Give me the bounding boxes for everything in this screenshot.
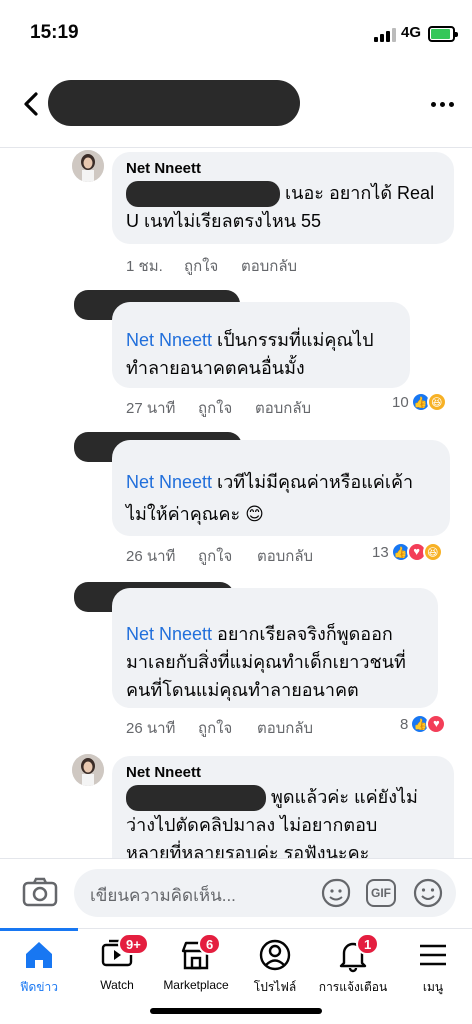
tab-label: เมนู bbox=[422, 980, 444, 994]
reaction-summary[interactable]: 10 👍 😆 bbox=[392, 392, 447, 412]
comment-bubble[interactable]: Net Nneett เนอะ อยากได้ Real U เนทไม่เรี… bbox=[112, 152, 454, 244]
comment-text-line2: ไม่ให้ค่าคุณคะ 😊 bbox=[126, 504, 264, 524]
battery-icon bbox=[428, 26, 458, 42]
tab-profile[interactable]: โปรไฟล์ bbox=[236, 929, 314, 1009]
tab-label: Marketplace bbox=[163, 978, 229, 992]
reply-link[interactable]: ตอบกลับ bbox=[241, 254, 297, 278]
mention-link[interactable]: Net Nneett bbox=[126, 330, 212, 350]
tab-news-feed[interactable]: ฟีดข่าว bbox=[0, 928, 78, 1009]
mention-link[interactable]: Net Nneett bbox=[126, 472, 212, 492]
like-link[interactable]: ถูกใจ bbox=[198, 396, 255, 420]
avatar[interactable] bbox=[72, 754, 104, 786]
home-indicator bbox=[150, 1008, 322, 1014]
comment-author[interactable]: Net Nneett bbox=[126, 764, 440, 781]
network-type: 4G bbox=[401, 24, 422, 41]
sticker-button[interactable] bbox=[320, 877, 352, 909]
status-bar: 15:19 4G bbox=[0, 0, 472, 62]
comment-text: อยากเรียลจริงก็พูดออก bbox=[212, 624, 393, 644]
profile-icon bbox=[259, 939, 291, 971]
comment-bubble[interactable]: Net Nneett อยากเรียลจริงก็พูดออก มาเลยกั… bbox=[112, 588, 438, 708]
comment-meta: 27 นาที ถูกใจ ตอบกลับ bbox=[126, 396, 311, 420]
love-reaction-icon: ♥ bbox=[426, 714, 447, 734]
tab-notifications[interactable]: 1 การแจ้งเตือน bbox=[312, 929, 394, 1009]
more-options-button[interactable] bbox=[424, 92, 460, 116]
signal-icon bbox=[374, 28, 396, 42]
reaction-summary[interactable]: 13 👍 ♥ 😆 bbox=[372, 542, 443, 562]
comment-placeholder: เขียนความคิดเห็น... bbox=[90, 886, 236, 905]
active-tab-indicator bbox=[0, 928, 78, 931]
comment-input[interactable]: เขียนความคิดเห็น... GIF bbox=[74, 869, 456, 917]
comment-text-line3: คนที่โดนแม่คุณทำลายอนาคต bbox=[126, 680, 359, 700]
status-time: 15:19 bbox=[30, 22, 79, 43]
tab-label: การแจ้งเตือน bbox=[318, 980, 388, 994]
marketplace-badge: 6 bbox=[198, 933, 222, 955]
comment-text-line2: U เนทไม่เรียลตรงไหน 55 bbox=[126, 211, 322, 231]
reaction-count: 8 bbox=[400, 715, 409, 733]
tab-label: โปรไฟล์ bbox=[253, 980, 297, 994]
camera-button[interactable] bbox=[22, 877, 58, 907]
notifications-badge: 1 bbox=[356, 933, 380, 955]
comment-bubble[interactable]: Net Nneett เป็นกรรมที่แม่คุณไป ทำลายอนาค… bbox=[112, 302, 410, 388]
tab-marketplace[interactable]: 6 Marketplace bbox=[156, 929, 236, 1009]
home-icon bbox=[26, 942, 52, 968]
comment-time: 27 นาที bbox=[126, 400, 176, 417]
redacted-mention bbox=[126, 181, 280, 208]
redacted-mention bbox=[126, 785, 266, 812]
haha-reaction-icon: 😆 bbox=[426, 392, 447, 412]
tab-label: ฟีดข่าว bbox=[20, 980, 58, 994]
chevron-left-icon bbox=[24, 92, 38, 116]
comment-text: เวทีไม่มีคุณค่าหรือแค่เค้า bbox=[212, 472, 414, 492]
like-link[interactable]: ถูกใจ bbox=[198, 544, 257, 568]
tab-watch[interactable]: 9+ Watch bbox=[78, 929, 156, 1009]
reaction-count: 10 bbox=[392, 393, 409, 411]
like-link[interactable]: ถูกใจ bbox=[198, 716, 257, 740]
sticker-icon bbox=[321, 878, 351, 908]
comment-author[interactable]: Net Nneett bbox=[126, 160, 440, 177]
camera-icon bbox=[22, 877, 58, 907]
comment-time: 26 นาที bbox=[126, 548, 176, 565]
comment-meta: 26 นาที ถูกใจ ตอบกลับ bbox=[126, 716, 313, 740]
comment-meta: 1 ชม. ถูกใจ ตอบกลับ bbox=[126, 254, 297, 278]
back-button[interactable] bbox=[14, 84, 48, 124]
emoji-button[interactable] bbox=[412, 877, 444, 909]
watch-badge: 9+ bbox=[118, 933, 149, 955]
reaction-count: 13 bbox=[372, 543, 389, 561]
comment-bubble[interactable]: Net Nneett เวทีไม่มีคุณค่าหรือแค่เค้า ไม… bbox=[112, 440, 450, 536]
hamburger-menu-icon bbox=[420, 944, 446, 966]
gif-button[interactable]: GIF bbox=[366, 879, 396, 907]
reply-link[interactable]: ตอบกลับ bbox=[257, 716, 313, 740]
more-dots-icon bbox=[430, 101, 436, 107]
header bbox=[0, 62, 472, 148]
reply-link[interactable]: ตอบกลับ bbox=[255, 396, 311, 420]
comment-text-line2: ทำลายอนาคตคนอื่นมั้ง bbox=[126, 358, 305, 378]
reply-link[interactable]: ตอบกลับ bbox=[257, 544, 313, 568]
comment-text: พูดแล้วค่ะ แค่ยังไม่ bbox=[266, 787, 418, 807]
haha-reaction-icon: 😆 bbox=[422, 542, 443, 562]
like-link[interactable]: ถูกใจ bbox=[184, 254, 241, 278]
tab-label: Watch bbox=[100, 978, 134, 992]
tab-menu[interactable]: เมนู bbox=[394, 929, 472, 1009]
comment-time: 26 นาที bbox=[126, 720, 176, 737]
comment-time: 1 ชม. bbox=[126, 258, 163, 275]
avatar[interactable] bbox=[72, 150, 104, 182]
reaction-summary[interactable]: 8 👍 ♥ bbox=[400, 714, 447, 734]
comment-text: เป็นกรรมที่แม่คุณไป bbox=[212, 330, 374, 350]
comment-text: เนอะ อยากได้ Real bbox=[280, 183, 435, 203]
comment-composer: เขียนความคิดเห็น... GIF bbox=[0, 858, 472, 928]
emoji-icon bbox=[413, 878, 443, 908]
redacted-post-title bbox=[48, 80, 300, 126]
mention-link[interactable]: Net Nneett bbox=[126, 624, 212, 644]
comment-meta: 26 นาที ถูกใจ ตอบกลับ bbox=[126, 544, 313, 568]
